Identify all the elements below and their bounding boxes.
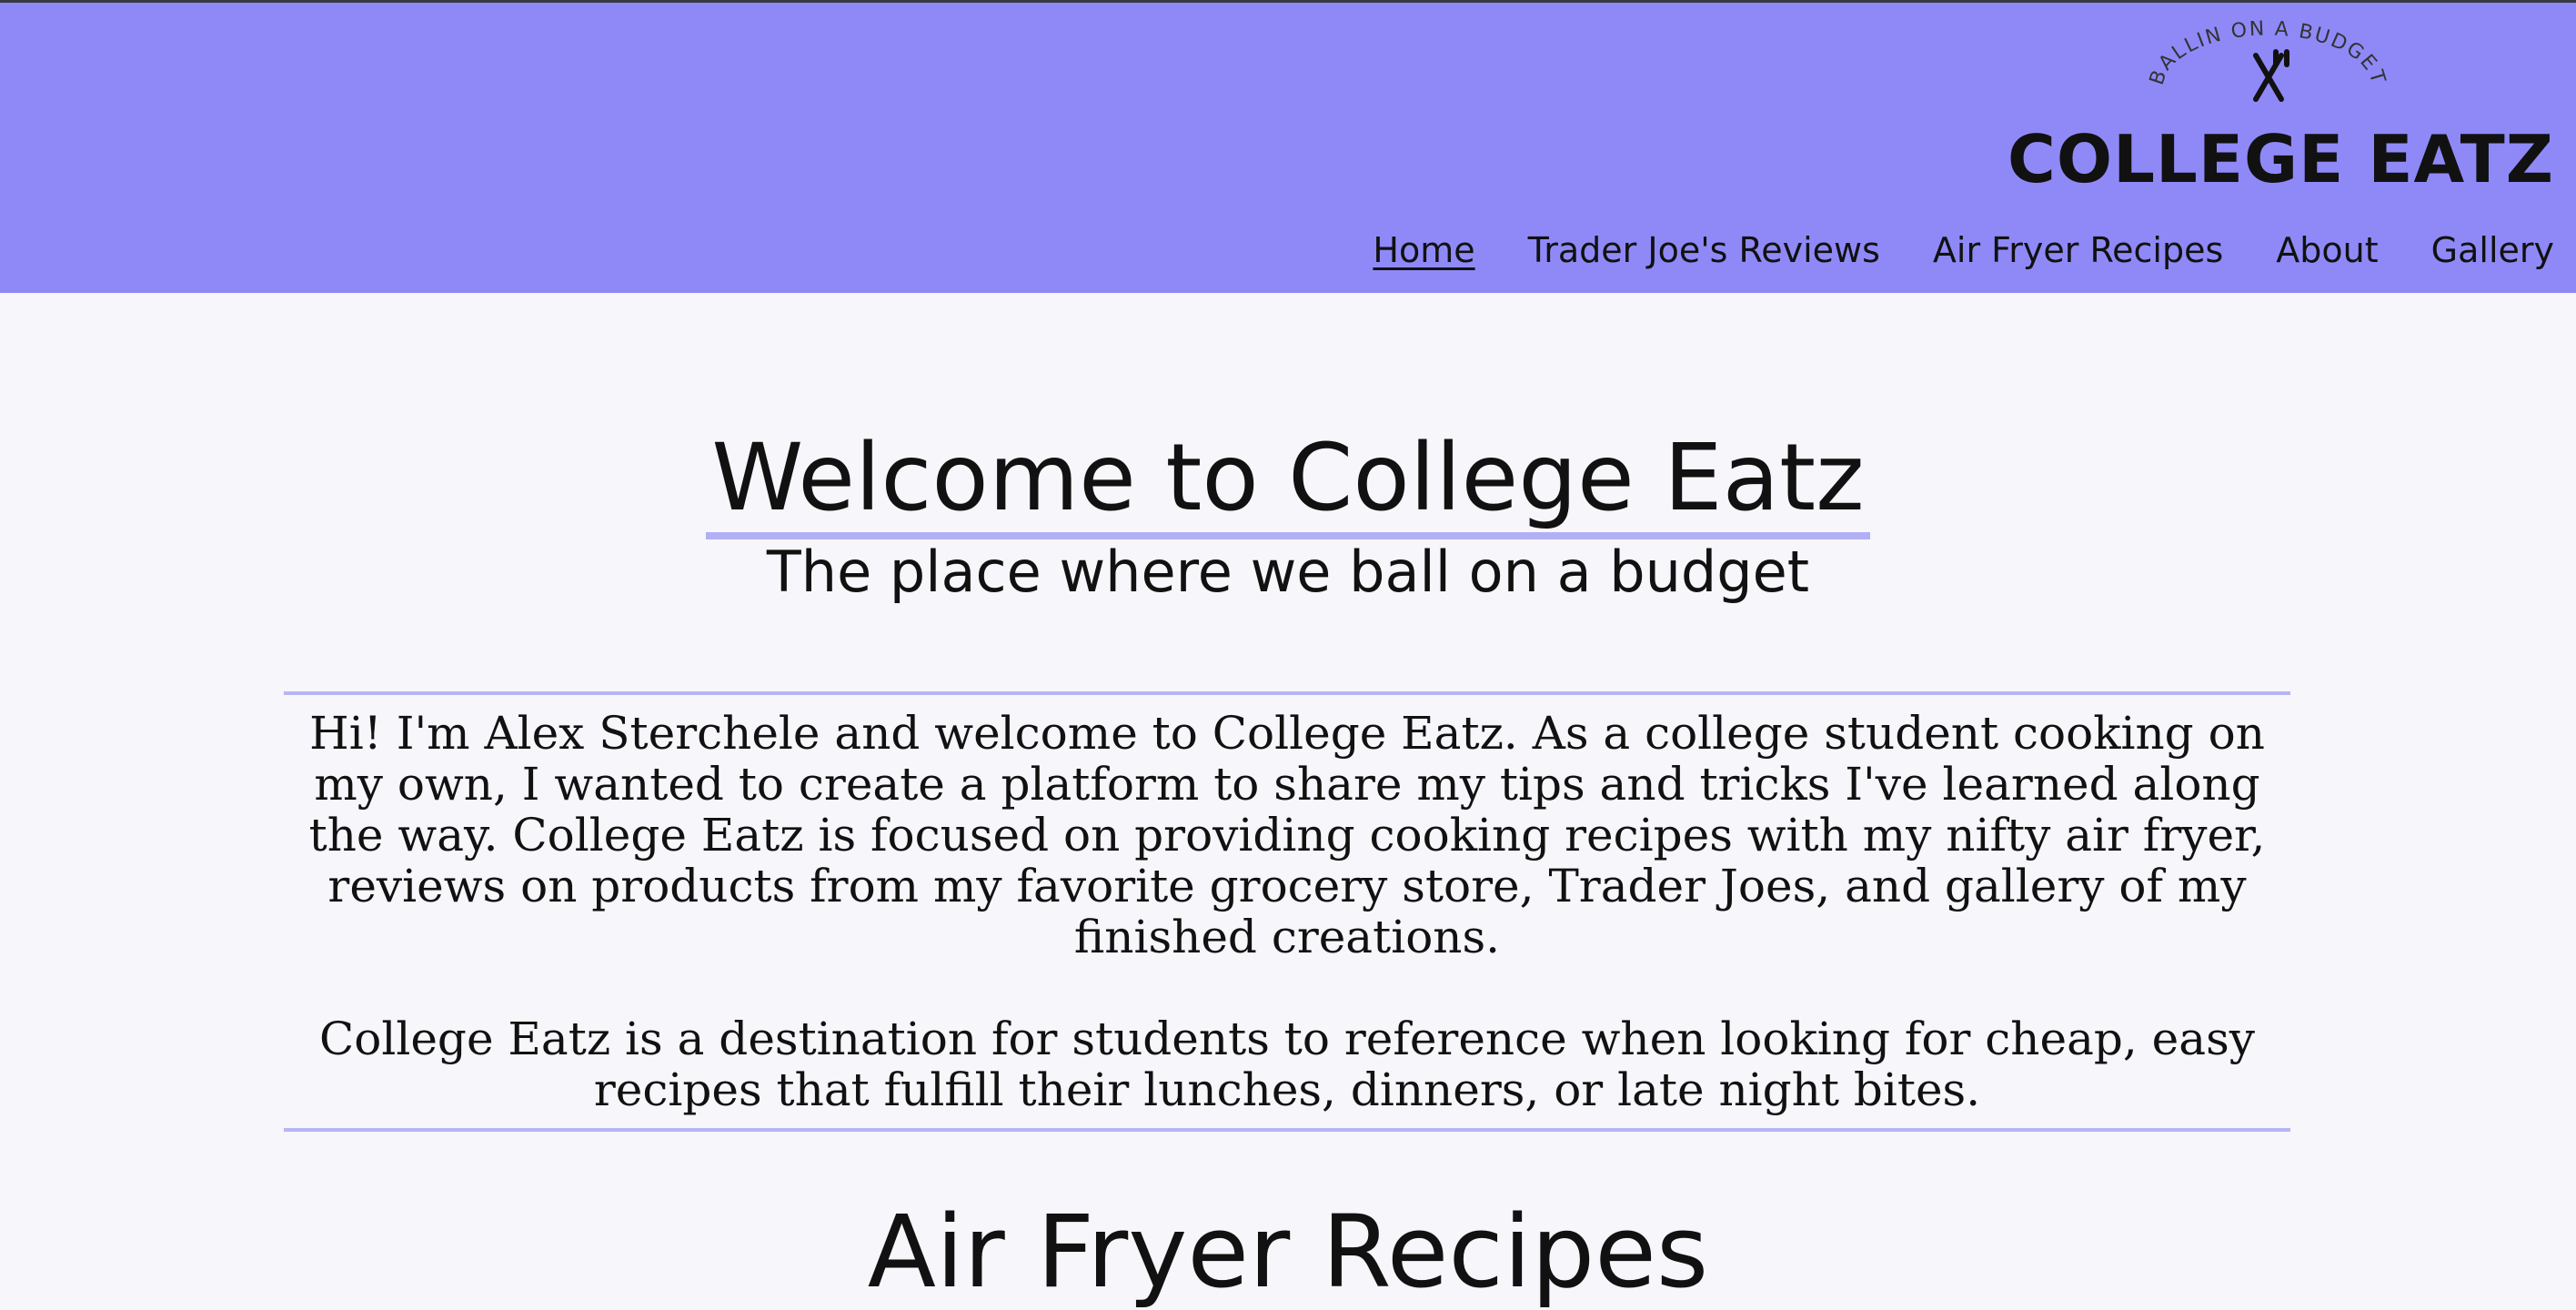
- intro-paragraph: Hi! I'm Alex Sterchele and welcome to Co…: [308, 707, 2266, 963]
- nav-trader-joes-reviews[interactable]: Trader Joe's Reviews: [1528, 230, 1880, 270]
- nav-about[interactable]: About: [2276, 230, 2378, 270]
- main-content: Welcome to College Eatz The place where …: [0, 293, 2576, 1310]
- nav-home[interactable]: Home: [1373, 230, 1474, 270]
- nav-air-fryer-recipes[interactable]: Air Fryer Recipes: [1933, 230, 2223, 270]
- intro-paragraph: College Eatz is a destination for studen…: [319, 1013, 2255, 1116]
- logo-graphic: BALLIN ON A BUDGET: [2146, 19, 2388, 102]
- page-title-text: Welcome to College Eatz: [706, 424, 1870, 539]
- section-title-air-fryer-recipes: Air Fryer Recipes: [867, 1194, 1709, 1310]
- main-nav: Home Trader Joe's Reviews Air Fryer Reci…: [1373, 230, 2554, 270]
- page-title: Welcome to College Eatz: [0, 424, 2576, 539]
- site-logo[interactable]: BALLIN ON A BUDGET COLLEGE EATZ: [2007, 19, 2554, 197]
- page-tagline: The place where we ball on a budget: [766, 539, 1810, 605]
- intro-section: Hi! I'm Alex Sterchele and welcome to Co…: [284, 691, 2290, 1132]
- nav-gallery[interactable]: Gallery: [2431, 230, 2554, 270]
- fork-knife-icon: [2253, 49, 2289, 102]
- site-header: BALLIN ON A BUDGET COLLEGE EATZ Home Tra…: [0, 0, 2576, 293]
- logo-title: COLLEGE EATZ: [2007, 121, 2554, 197]
